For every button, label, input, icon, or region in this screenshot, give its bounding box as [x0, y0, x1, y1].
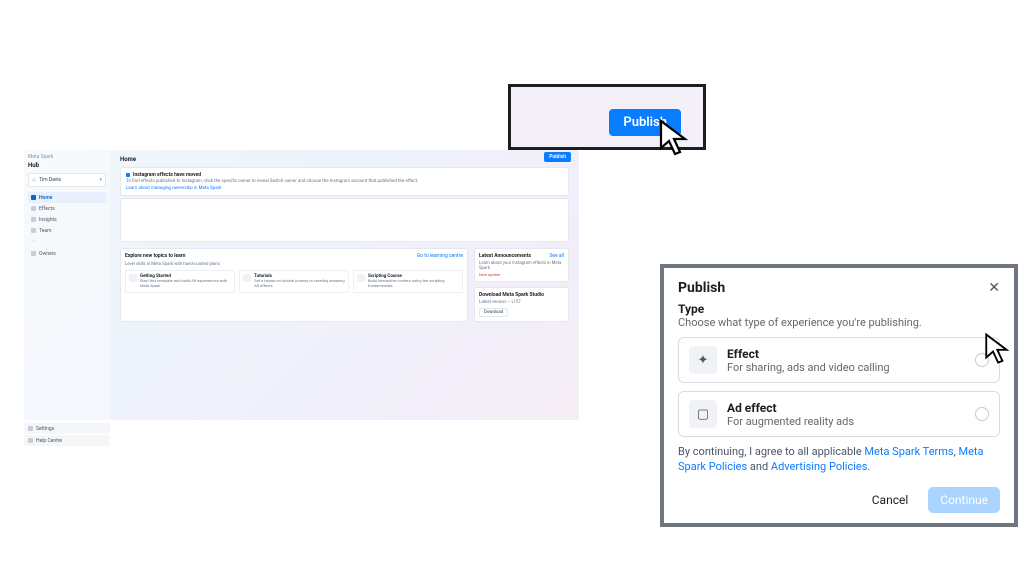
- tile-icon: [357, 274, 365, 282]
- effects-icon: [31, 206, 36, 211]
- type-label: Type: [678, 302, 1000, 316]
- publish-callout-frame: Publish: [508, 84, 706, 150]
- legal-link-terms[interactable]: Meta Spark Terms: [864, 445, 953, 458]
- sidebar-item-team[interactable]: Team: [28, 225, 106, 236]
- download-title: Download Meta Spark Studio: [479, 292, 564, 298]
- owner-name: Tim Davis: [39, 177, 61, 183]
- type-sub: Choose what type of experience you're pu…: [678, 316, 1000, 329]
- explore-tile[interactable]: Scripting Course Build interactive conte…: [353, 270, 463, 293]
- owner-switcher[interactable]: Tim Davis ▾: [28, 173, 106, 187]
- explore-card: Explore new topics to learn Go to learni…: [120, 248, 468, 322]
- option-desc: For sharing, ads and video calling: [727, 361, 890, 374]
- tile-icon: [129, 274, 137, 282]
- tile-icon: [243, 274, 251, 282]
- explore-tile[interactable]: Tutorials Get a hands-on tutorial journe…: [239, 270, 349, 293]
- publish-button[interactable]: Publish: [609, 109, 681, 136]
- brand-label: Meta Spark: [28, 154, 106, 160]
- ad-square-icon: ▢: [689, 400, 717, 428]
- explore-title: Explore new topics to learn: [125, 253, 186, 259]
- modal-title: Publish: [678, 280, 725, 296]
- sidebar-item-label: Settings: [36, 426, 54, 432]
- sidebar-divider: ···: [31, 239, 103, 245]
- radio-unchecked-icon[interactable]: [975, 353, 989, 367]
- close-icon[interactable]: ✕: [988, 281, 1000, 295]
- sidebar-item-insights[interactable]: Insights: [28, 214, 106, 225]
- notice-link[interactable]: Learn about managing ownership in Meta S…: [126, 186, 563, 191]
- legal-text: By continuing, I agree to all applicable…: [678, 445, 1000, 475]
- sidebar-footer: Settings Help Centre: [24, 422, 110, 446]
- explore-tile[interactable]: Getting Started Start this template and …: [125, 270, 235, 293]
- sidebar-item-label: Home: [39, 195, 52, 201]
- sidebar-item-label: Insights: [39, 217, 57, 223]
- sidebar-item-effects[interactable]: Effects: [28, 203, 106, 214]
- sidebar-item-label: Help Centre: [36, 438, 62, 444]
- download-version: Latest version — v157: [479, 300, 564, 305]
- sidebar-item-settings[interactable]: Settings: [24, 423, 110, 434]
- page-title: Home: [120, 156, 569, 163]
- announcements-card: Latest Announcements See all Learn about…: [474, 248, 569, 282]
- team-icon: [31, 228, 36, 233]
- tile-desc: Start this template and build AR experie…: [140, 279, 231, 289]
- sidebar-item-label: Team: [39, 228, 52, 234]
- announce-seeall[interactable]: See all: [549, 253, 564, 259]
- legal-link-ads[interactable]: Advertising Policies: [771, 460, 868, 473]
- announce-tag: New update: [479, 272, 564, 277]
- hub-main: Home Publish Instagram effects have move…: [110, 150, 579, 420]
- avatar-dot: [32, 178, 36, 182]
- chart-placeholder-card: [120, 198, 569, 242]
- continue-button[interactable]: Continue: [928, 487, 1000, 513]
- home-icon: [31, 195, 36, 200]
- help-icon: [28, 438, 33, 443]
- legal-prefix: By continuing, I agree to all applicable: [678, 445, 864, 458]
- publish-modal-frame: Publish ✕ Type Choose what type of exper…: [660, 264, 1018, 527]
- legal-sep: and: [747, 460, 771, 473]
- cancel-button[interactable]: Cancel: [860, 487, 921, 513]
- tile-desc: Get a hands-on tutorial journey to creat…: [254, 279, 345, 289]
- option-title: Effect: [727, 347, 890, 361]
- hub-app-window: Meta Spark Hub Tim Davis ▾ Home Effects …: [24, 150, 579, 420]
- radio-unchecked-icon[interactable]: [975, 407, 989, 421]
- tile-desc: Build interactive content using the scri…: [368, 279, 459, 289]
- download-card: Download Meta Spark Studio Latest versio…: [474, 287, 569, 322]
- sparkle-icon: ✦: [689, 346, 717, 374]
- explore-sub: Level skills in Meta Spark with hand-cur…: [125, 262, 463, 267]
- sidebar-item-label: Effects: [39, 206, 55, 212]
- publish-modal: Publish ✕ Type Choose what type of exper…: [664, 268, 1014, 523]
- legal-suffix: .: [867, 460, 870, 473]
- sidebar-item-help[interactable]: Help Centre: [24, 435, 110, 446]
- sidebar-item-label: Owners: [39, 251, 56, 257]
- publish-button-small[interactable]: Publish: [544, 152, 571, 162]
- option-desc: For augmented reality ads: [727, 415, 854, 428]
- announce-title: Latest Announcements: [479, 253, 531, 259]
- notice-title: Instagram effects have moved: [126, 172, 563, 178]
- app-title: Hub: [28, 162, 106, 169]
- announce-item[interactable]: Learn about your Instagram effects in Me…: [479, 261, 564, 271]
- sidebar-item-owners[interactable]: Owners: [28, 248, 106, 259]
- option-effect[interactable]: ✦ Effect For sharing, ads and video call…: [678, 337, 1000, 383]
- hub-sidebar: Meta Spark Hub Tim Davis ▾ Home Effects …: [24, 150, 110, 420]
- download-button[interactable]: Download: [479, 308, 508, 317]
- option-title: Ad effect: [727, 401, 854, 415]
- owners-icon: [31, 251, 36, 256]
- option-ad-effect[interactable]: ▢ Ad effect For augmented reality ads: [678, 391, 1000, 437]
- sidebar-item-home[interactable]: Home: [28, 192, 106, 203]
- insights-icon: [31, 217, 36, 222]
- notice-card: Instagram effects have moved To find eff…: [120, 167, 569, 196]
- gear-icon: [28, 426, 33, 431]
- notice-desc: To find effects published to Instagram, …: [126, 179, 563, 184]
- explore-link[interactable]: Go to learning centre: [417, 253, 463, 259]
- chevron-down-icon: ▾: [99, 177, 102, 183]
